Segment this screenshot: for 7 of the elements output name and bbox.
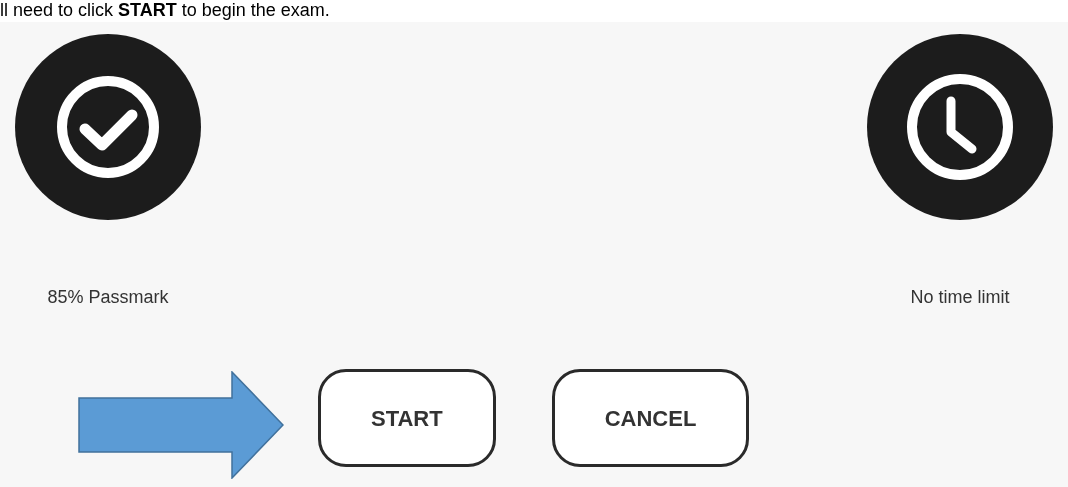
feature-label: No time limit: [910, 286, 1010, 309]
cancel-button[interactable]: CANCEL: [551, 369, 750, 467]
feature-label: 85% Passmark: [47, 286, 169, 309]
start-button[interactable]: START: [318, 369, 496, 467]
clock-icon: [867, 34, 1053, 220]
check-circle-icon: [15, 34, 201, 220]
instruction-text: ll need to click START to begin the exam.: [0, 0, 330, 20]
